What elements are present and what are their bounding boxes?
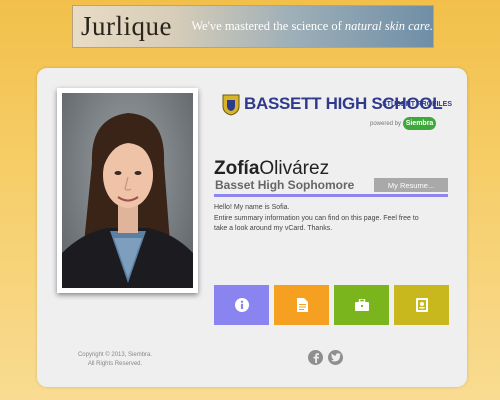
student-name: ZofíaOlivárez [214, 158, 329, 180]
student-first-name: Zofía [214, 158, 260, 179]
powered-by-label: powered by [370, 121, 402, 127]
info-icon [234, 298, 249, 312]
tile-portfolio[interactable] [394, 285, 449, 325]
ad-tagline-emphasis: natural skin care. [344, 19, 433, 33]
profile-photo [62, 93, 193, 288]
student-subtitle: Basset High Sophomore [215, 178, 355, 192]
ad-tagline-text: We've mastered the science of [191, 19, 345, 33]
portfolio-icon [415, 298, 428, 312]
nav-tiles [214, 285, 449, 325]
tile-briefcase[interactable] [334, 285, 389, 325]
footer-copyright: Copyright © 2013, Siembra. All Rights Re… [75, 351, 155, 369]
tile-document[interactable] [274, 285, 329, 325]
briefcase-icon [354, 299, 369, 311]
ad-banner[interactable]: Jurlique We've mastered the science of n… [72, 5, 434, 48]
copyright-line: All Rights Reserved. [87, 361, 143, 367]
bio-line: Hello! My name is Sofia. [214, 204, 290, 211]
tile-info[interactable] [214, 285, 269, 325]
school-subtitle: STUDENT PROFILES [382, 101, 453, 108]
bio-line: take a look around my vCard. Thanks. [214, 225, 333, 232]
bio-text: Hello! My name is Sofia. Entire summary … [214, 203, 449, 235]
copyright-line: Copyright © 2013, Siembra. [77, 352, 153, 358]
school-seal-icon [222, 94, 240, 116]
my-resume-button[interactable]: My Resume... [374, 178, 448, 192]
ad-brand-logo: Jurlique [81, 11, 172, 41]
bio-line: Entire summary information you can find … [214, 214, 419, 222]
name-divider [214, 194, 448, 197]
profile-photo-frame [57, 88, 198, 293]
siembra-logo[interactable]: Siembra [403, 117, 436, 130]
document-icon [296, 298, 308, 312]
profile-card: BASSETT HIGH SCHOOL STUDENT PROFILES pow… [37, 68, 467, 387]
facebook-icon[interactable] [308, 350, 323, 365]
twitter-icon[interactable] [328, 350, 343, 365]
ad-tagline: We've mastered the science of natural sk… [187, 19, 433, 34]
school-header: BASSETT HIGH SCHOOL STUDENT PROFILES pow… [222, 92, 452, 134]
student-last-name: Olivárez [259, 158, 330, 179]
